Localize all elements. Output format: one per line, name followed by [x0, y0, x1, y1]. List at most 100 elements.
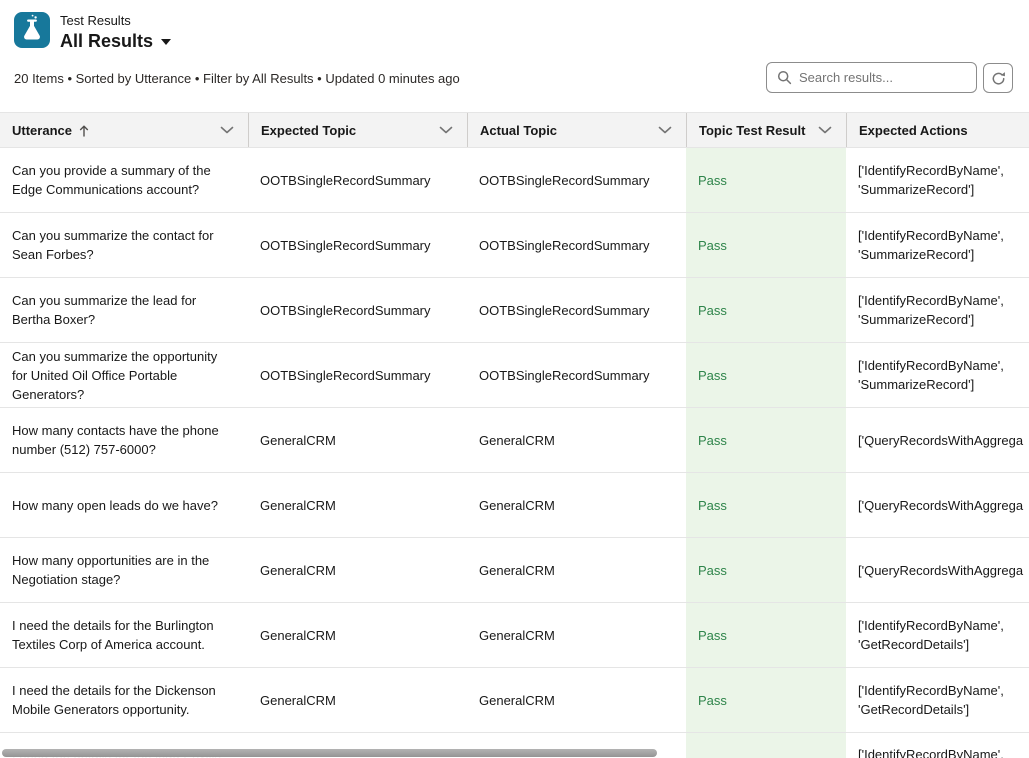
refresh-button[interactable] [983, 63, 1013, 93]
actual-topic-cell-text: OOTBSingleRecordSummary [479, 171, 650, 190]
topic-test-result-cell-text: Pass [698, 431, 727, 450]
expected-actions-cell: ['IdentifyRecordByName', [846, 733, 1029, 758]
table-row: How many open leads do we have?GeneralCR… [0, 473, 1029, 538]
caret-down-icon [161, 39, 171, 45]
topic-test-result-cell: Pass [686, 343, 846, 407]
actual-topic-cell-text: OOTBSingleRecordSummary [479, 236, 650, 255]
topic-test-result-cell: Pass [686, 213, 846, 277]
topic-test-result-cell: Pass [686, 278, 846, 342]
utterance-cell-text: I need the details for the Burlington Te… [12, 616, 232, 654]
search-box [766, 62, 977, 93]
topic-test-result-cell: Pass [686, 148, 846, 212]
search-input[interactable] [799, 70, 968, 85]
table-row: I need the details for the Burlington Te… [0, 603, 1029, 668]
test-results-page: Test Results All Results 20 Items • Sort… [0, 0, 1029, 758]
expected-actions-cell-text: ['QueryRecordsWithAggrega [858, 496, 1023, 515]
expected-actions-cell: ['IdentifyRecordByName', 'SummarizeRecor… [846, 148, 1029, 212]
utterance-cell: Can you summarize the lead for Bertha Bo… [0, 278, 248, 342]
column-header-actual-topic[interactable]: Actual Topic [467, 113, 686, 147]
expected-topic-cell-text: GeneralCRM [260, 561, 336, 580]
actual-topic-cell: OOTBSingleRecordSummary [467, 278, 686, 342]
column-header-utterance[interactable]: Utterance [0, 113, 248, 147]
utterance-cell: Can you summarize the opportunity for Un… [0, 343, 248, 407]
entity-label: Test Results [60, 13, 171, 29]
topic-test-result-cell-text: Pass [698, 561, 727, 580]
actual-topic-cell: OOTBSingleRecordSummary [467, 148, 686, 212]
refresh-icon [991, 71, 1006, 86]
expected-actions-cell-text: ['IdentifyRecordByName', 'GetRecordDetai… [858, 681, 1013, 719]
topic-test-result-cell: Pass [686, 473, 846, 537]
table-body: Can you provide a summary of the Edge Co… [0, 148, 1029, 758]
actual-topic-cell: GeneralCRM [467, 538, 686, 602]
utterance-cell: How many opportunities are in the Negoti… [0, 538, 248, 602]
chevron-down-icon[interactable] [439, 126, 453, 134]
expected-actions-cell: ['QueryRecordsWithAggrega [846, 538, 1029, 602]
results-table: Utterance Expected Topic Actual TopicTopic… [0, 112, 1029, 758]
expected-actions-cell: ['QueryRecordsWithAggrega [846, 408, 1029, 472]
actual-topic-cell: GeneralCRM [467, 668, 686, 732]
expected-topic-cell-text: GeneralCRM [260, 626, 336, 645]
topic-test-result-cell-text: Pass [698, 171, 727, 190]
expected-topic-cell: GeneralCRM [248, 603, 467, 667]
utterance-cell-text: I need the details for the Dickenson Mob… [12, 681, 232, 719]
topic-test-result-cell-text: Pass [698, 626, 727, 645]
column-label: Expected Topic [261, 123, 356, 138]
actual-topic-cell-text: OOTBSingleRecordSummary [479, 366, 650, 385]
utterance-cell: Can you summarize the contact for Sean F… [0, 213, 248, 277]
chevron-down-icon[interactable] [220, 126, 234, 134]
expected-actions-cell: ['IdentifyRecordByName', 'GetRecordDetai… [846, 668, 1029, 732]
column-header-topic-test-result[interactable]: Topic Test Result [686, 113, 846, 147]
actual-topic-cell: GeneralCRM [467, 473, 686, 537]
column-header-expected-actions[interactable]: Expected Actions [846, 113, 1029, 147]
expected-actions-cell-text: ['IdentifyRecordByName', [858, 745, 1004, 758]
view-selector[interactable]: All Results [60, 31, 171, 51]
expected-topic-cell: GeneralCRM [248, 538, 467, 602]
flask-icon [14, 12, 50, 48]
expected-topic-cell-text: OOTBSingleRecordSummary [260, 236, 431, 255]
topic-test-result-cell-text: Pass [698, 496, 727, 515]
topic-test-result-cell-text: Pass [698, 366, 727, 385]
topic-test-result-cell-text: Pass [698, 301, 727, 320]
topic-test-result-cell [686, 733, 846, 758]
expected-topic-cell: OOTBSingleRecordSummary [248, 343, 467, 407]
actual-topic-cell-text: GeneralCRM [479, 626, 555, 645]
expected-topic-cell-text: GeneralCRM [260, 496, 336, 515]
expected-topic-cell-text: OOTBSingleRecordSummary [260, 171, 431, 190]
utterance-cell-text: Can you provide a summary of the Edge Co… [12, 161, 232, 199]
page-header: Test Results All Results [14, 12, 171, 51]
expected-actions-cell: ['QueryRecordsWithAggrega [846, 473, 1029, 537]
expected-actions-cell: ['IdentifyRecordByName', 'SummarizeRecor… [846, 343, 1029, 407]
table-row: Can you summarize the opportunity for Un… [0, 343, 1029, 408]
actual-topic-cell-text: GeneralCRM [479, 431, 555, 450]
expected-topic-cell: GeneralCRM [248, 473, 467, 537]
column-header-expected-topic[interactable]: Expected Topic [248, 113, 467, 147]
expected-topic-cell: OOTBSingleRecordSummary [248, 148, 467, 212]
expected-topic-cell-text: GeneralCRM [260, 431, 336, 450]
expected-topic-cell: OOTBSingleRecordSummary [248, 213, 467, 277]
actual-topic-cell: OOTBSingleRecordSummary [467, 343, 686, 407]
expected-topic-cell: GeneralCRM [248, 408, 467, 472]
table-header-row: Utterance Expected Topic Actual TopicTopic… [0, 112, 1029, 148]
table-row: Can you summarize the lead for Bertha Bo… [0, 278, 1029, 343]
table-row: Can you summarize the contact for Sean F… [0, 213, 1029, 278]
table-row: Can you provide a summary of the Edge Co… [0, 148, 1029, 213]
expected-topic-cell: GeneralCRM [248, 668, 467, 732]
scrollbar-thumb[interactable] [2, 749, 657, 757]
actual-topic-cell: GeneralCRM [467, 408, 686, 472]
sort-ascending-icon [79, 124, 89, 137]
expected-topic-cell-text: OOTBSingleRecordSummary [260, 366, 431, 385]
expected-actions-cell-text: ['IdentifyRecordByName', 'SummarizeRecor… [858, 161, 1013, 199]
table-row: How many opportunities are in the Negoti… [0, 538, 1029, 603]
search-icon [777, 70, 792, 85]
chevron-down-icon[interactable] [818, 126, 832, 134]
topic-test-result-cell: Pass [686, 408, 846, 472]
actual-topic-cell-text: GeneralCRM [479, 496, 555, 515]
expected-actions-cell-text: ['QueryRecordsWithAggrega [858, 561, 1023, 580]
chevron-down-icon[interactable] [658, 126, 672, 134]
actual-topic-cell-text: GeneralCRM [479, 561, 555, 580]
utterance-cell-text: Can you summarize the contact for Sean F… [12, 226, 232, 264]
utterance-cell: I need the details for the Burlington Te… [0, 603, 248, 667]
topic-test-result-cell-text: Pass [698, 691, 727, 710]
actual-topic-cell-text: OOTBSingleRecordSummary [479, 301, 650, 320]
expected-topic-cell-text: GeneralCRM [260, 691, 336, 710]
